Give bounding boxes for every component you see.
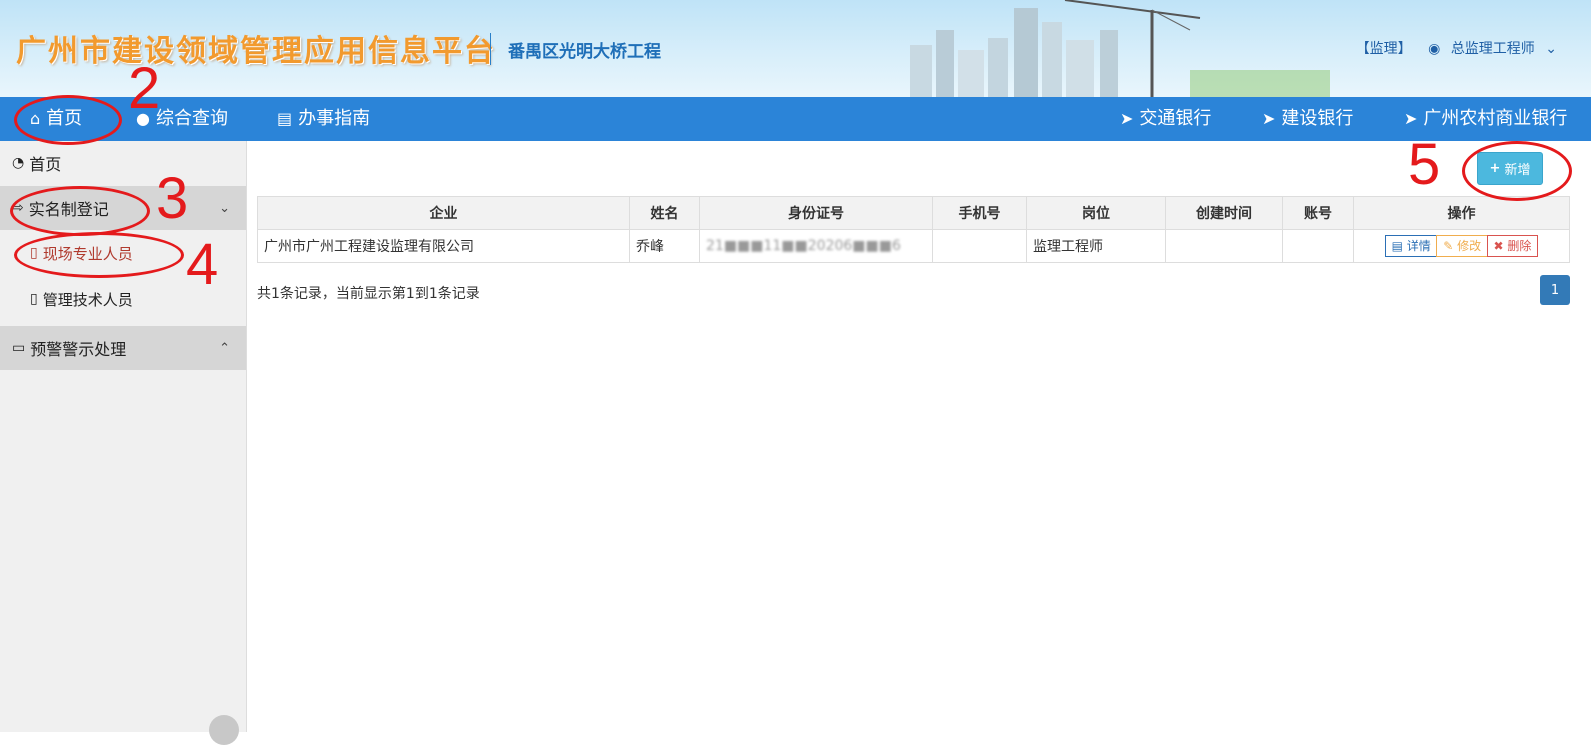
- record-summary: 共1条记录，当前显示第1到1条记录: [257, 286, 480, 302]
- document-icon: ▤: [1391, 239, 1407, 253]
- scroll-to-top-button[interactable]: [209, 715, 239, 745]
- platform-title: 广州市建设领域管理应用信息平台: [16, 34, 496, 69]
- chevron-up-icon: ⌃: [219, 340, 230, 356]
- col-phone[interactable]: 手机号: [932, 196, 1027, 230]
- annotation-circle-field-staff: [14, 232, 184, 278]
- user-menu[interactable]: ◉ 总监理工程师 ⌄: [1422, 41, 1557, 57]
- paper-plane-icon: ➤: [1262, 109, 1276, 128]
- detail-label: 详情: [1406, 239, 1431, 253]
- col-created[interactable]: 创建时间: [1165, 196, 1283, 230]
- nav-bank-jiaotong[interactable]: ➤ 交通银行: [1120, 97, 1211, 141]
- cell-phone: [932, 229, 1027, 263]
- user-area: 【监理】 ◉ 总监理工程师 ⌄: [1350, 38, 1557, 58]
- nav-bank-jianshe[interactable]: ➤ 建设银行: [1262, 97, 1353, 141]
- col-account[interactable]: 账号: [1282, 196, 1354, 230]
- role-label: 【监理】: [1355, 41, 1412, 57]
- dashboard-icon: ◔: [12, 155, 25, 171]
- project-name: 番禺区光明大桥工程: [508, 42, 661, 62]
- pencil-icon: ✎: [1443, 239, 1458, 253]
- close-icon: ✖: [1493, 239, 1508, 253]
- annotation-number-5: 5: [1408, 132, 1441, 197]
- sidebar-item2-label: 管理技术人员: [42, 290, 133, 309]
- col-id-number[interactable]: 身份证号: [699, 196, 933, 230]
- annotation-number-4: 4: [186, 232, 219, 297]
- staff-table: 企业 姓名 身份证号 手机号 岗位 创建时间 账号 操作 广州市广州工程建设监理…: [257, 196, 1570, 263]
- city-skyline-illustration: [910, 0, 1330, 97]
- book-icon: ▤: [277, 109, 293, 128]
- user-icon: ◉: [1428, 41, 1441, 57]
- cell-account: [1282, 229, 1354, 263]
- nav-guide-label: 办事指南: [298, 108, 371, 129]
- cell-position: 监理工程师: [1026, 229, 1166, 263]
- cell-created: [1165, 229, 1283, 263]
- annotation-number-2: 2: [128, 56, 161, 121]
- user-name: 总监理工程师: [1450, 41, 1535, 57]
- paper-plane-icon: ➤: [1120, 109, 1134, 128]
- table-row[interactable]: 广州市广州工程建设监理有限公司 乔峰 21■■■11■■20206■■■6 监理…: [257, 229, 1570, 263]
- edit-label: 修改: [1457, 239, 1482, 253]
- annotation-circle-realname: [10, 186, 150, 236]
- chevron-down-icon: ⌄: [219, 200, 230, 216]
- chevron-down-icon: ⌄: [1545, 41, 1557, 57]
- sidebar-group-warning[interactable]: ▭ 预警警示处理 ⌃: [0, 326, 246, 370]
- delete-button[interactable]: ✖ 删除: [1486, 235, 1539, 257]
- main-navbar: ⌂ 首页 ● 综合查询 ▤ 办事指南 ➤ 交通银行 ➤ 建设银行 ➤ 广州农村商…: [0, 97, 1591, 141]
- annotation-number-3: 3: [156, 166, 189, 231]
- col-position[interactable]: 岗位: [1026, 196, 1166, 230]
- col-actions: 操作: [1353, 196, 1570, 230]
- nav-guide[interactable]: ▤ 办事指南: [277, 97, 370, 141]
- detail-button[interactable]: ▤ 详情: [1384, 235, 1438, 257]
- edit-button[interactable]: ✎ 修改: [1436, 235, 1489, 257]
- file-icon: ▯: [30, 291, 38, 307]
- col-company[interactable]: 企业: [257, 196, 630, 230]
- page-button-1[interactable]: 1: [1540, 275, 1570, 305]
- nav-query-label: 综合查询: [155, 108, 228, 129]
- nav-bank1-label: 交通银行: [1139, 108, 1212, 129]
- sidebar-home-label: 首页: [29, 155, 62, 174]
- folder-icon: ▭: [12, 340, 26, 356]
- sidebar-group2-label: 预警警示处理: [30, 340, 127, 359]
- cell-name: 乔峰: [629, 229, 700, 263]
- annotation-circle-home: [14, 95, 122, 145]
- cell-company: 广州市广州工程建设监理有限公司: [257, 229, 630, 263]
- col-name[interactable]: 姓名: [629, 196, 700, 230]
- header-divider: [490, 33, 491, 65]
- table-header-row: 企业 姓名 身份证号 手机号 岗位 创建时间 账号 操作: [257, 196, 1570, 230]
- annotation-circle-add: [1462, 141, 1572, 201]
- sidebar-item-home[interactable]: ◔ 首页: [0, 141, 246, 185]
- app-header: 广州市建设领域管理应用信息平台 番禺区光明大桥工程 【监理】 ◉ 总监理工程师 …: [0, 0, 1591, 97]
- cell-id-number: 21■■■11■■20206■■■6: [699, 229, 933, 263]
- nav-bank2-label: 建设银行: [1281, 108, 1354, 129]
- masked-id-number: 21■■■11■■20206■■■6: [706, 238, 901, 254]
- cell-actions: ▤ 详情 ✎ 修改 ✖ 删除: [1353, 229, 1570, 263]
- delete-label: 删除: [1507, 239, 1532, 253]
- nav-bank3-label: 广州农村商业银行: [1423, 108, 1568, 129]
